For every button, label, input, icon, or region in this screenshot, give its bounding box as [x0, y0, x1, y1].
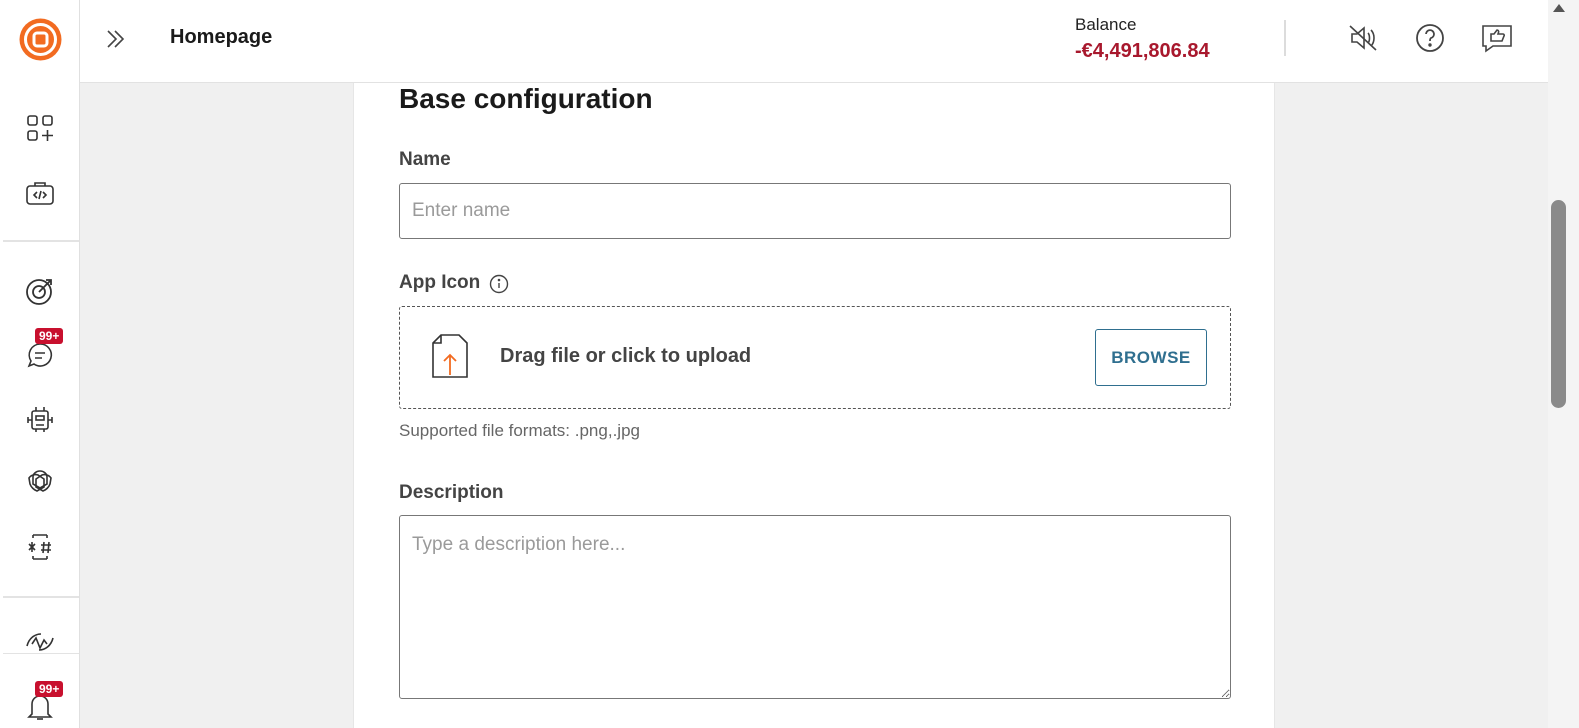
balance-value: -€4,491,806.84 [1075, 40, 1210, 62]
name-label: Name [399, 149, 451, 170]
balance-label: Balance [1075, 15, 1137, 34]
description-textarea[interactable] [399, 515, 1231, 699]
apps-add-icon[interactable] [22, 110, 58, 146]
expand-sidebar-icon[interactable] [100, 24, 130, 54]
browse-button[interactable]: BROWSE [1095, 329, 1207, 386]
code-briefcase-icon[interactable] [22, 175, 58, 211]
info-icon[interactable] [489, 274, 509, 294]
description-label: Description [399, 482, 504, 503]
scroll-up-arrow-icon[interactable] [1553, 4, 1565, 12]
sidebar-divider [3, 596, 79, 598]
openai-icon[interactable] [22, 465, 58, 501]
help-icon[interactable] [1412, 20, 1448, 56]
name-input[interactable] [399, 183, 1231, 239]
target-icon[interactable] [22, 273, 58, 309]
sidebar-divider [3, 240, 79, 242]
sidebar: 99+ 99+ [0, 0, 80, 728]
activity-icon[interactable] [22, 626, 58, 652]
notification-badge: 99+ [35, 681, 64, 697]
scrollbar-thumb[interactable] [1551, 200, 1566, 408]
base-configuration-card: Base configuration Name App Icon Drag fi… [353, 83, 1275, 728]
file-upload-icon [431, 333, 469, 381]
header-divider [1284, 20, 1286, 56]
robot-icon[interactable] [22, 401, 58, 437]
brand-logo-icon[interactable] [18, 17, 63, 62]
mute-icon[interactable] [1345, 20, 1381, 56]
top-bar: Homepage Balance -€4,491,806.84 [80, 0, 1548, 83]
section-title: Base configuration [399, 83, 653, 114]
page-title: Homepage [170, 26, 273, 48]
app-icon-label: App Icon [399, 272, 481, 293]
sidebar-divider [3, 653, 79, 654]
file-upload-dropzone[interactable]: Drag file or click to upload BROWSE [399, 306, 1231, 409]
feedback-icon[interactable] [1479, 20, 1515, 56]
chat-badge: 99+ [35, 328, 64, 344]
prompt-hash-icon[interactable] [22, 529, 58, 565]
upload-instructions: Drag file or click to upload [500, 345, 752, 367]
supported-formats-text: Supported file formats: .png,.jpg [399, 421, 640, 440]
